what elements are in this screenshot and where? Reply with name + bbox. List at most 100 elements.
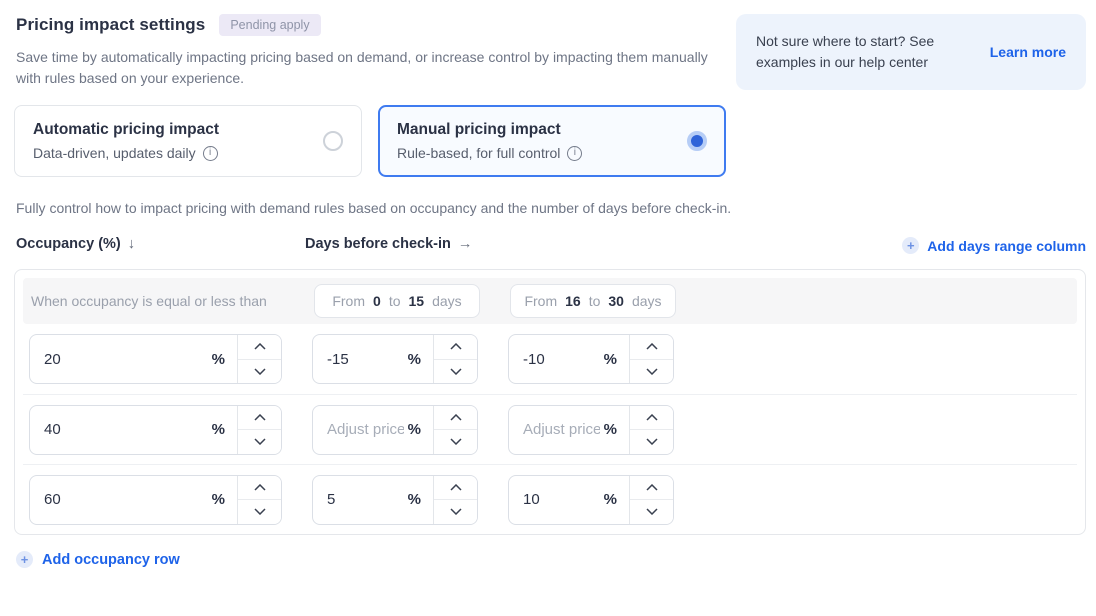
range-suffix: days <box>632 293 662 309</box>
radio-unselected-icon[interactable] <box>323 131 343 151</box>
price-adjust-input[interactable] <box>509 335 604 383</box>
chevron-up-icon <box>646 414 658 421</box>
range-from-value[interactable]: 16 <box>565 293 581 309</box>
chevron-down-icon <box>254 368 266 375</box>
days-header-label: Days before check-in <box>305 236 451 252</box>
price-adjust-input[interactable] <box>313 335 408 383</box>
range-from-value[interactable]: 0 <box>373 293 381 309</box>
add-column-label: Add days range column <box>927 238 1086 254</box>
stepper-down-button[interactable] <box>238 500 281 524</box>
chevron-up-icon <box>254 414 266 421</box>
days-column-header: Days before check-in → <box>305 236 472 252</box>
percent-unit: % <box>212 406 237 454</box>
plus-icon: + <box>16 551 33 568</box>
range-mid: to <box>589 293 601 309</box>
pending-apply-badge: Pending apply <box>219 14 320 36</box>
stepper-up-button[interactable] <box>434 335 477 360</box>
chevron-down-icon <box>450 438 462 445</box>
stepper <box>629 406 673 454</box>
automatic-pricing-card[interactable]: Automatic pricing impact Data-driven, up… <box>14 105 362 177</box>
radio-selected-icon[interactable] <box>687 131 707 151</box>
stepper-down-button[interactable] <box>434 360 477 384</box>
stepper-up-button[interactable] <box>434 476 477 501</box>
chevron-down-icon <box>646 508 658 515</box>
manual-card-subtitle: Rule-based, for full control <box>397 145 560 161</box>
stepper-down-button[interactable] <box>630 500 673 524</box>
pricing-settings-page: Pricing impact settings Pending apply Sa… <box>0 0 1096 616</box>
manual-pricing-card[interactable]: Manual pricing impact Rule-based, for fu… <box>378 105 726 177</box>
stepper-down-button[interactable] <box>434 500 477 524</box>
add-occupancy-row-button[interactable]: + Add occupancy row <box>16 551 180 568</box>
chevron-up-icon <box>254 343 266 350</box>
price-adjust-input[interactable] <box>313 476 408 524</box>
stepper-down-button[interactable] <box>434 430 477 454</box>
help-callout: Not sure where to start? See examples in… <box>736 14 1086 90</box>
range-mid: to <box>389 293 401 309</box>
price-adjust-input-group: % <box>508 405 674 455</box>
chevron-down-icon <box>450 368 462 375</box>
percent-unit: % <box>212 476 237 524</box>
price-adjust-input-group: % <box>312 405 478 455</box>
plus-icon: + <box>902 237 919 254</box>
stepper-up-button[interactable] <box>238 406 281 431</box>
range-prefix: From <box>332 293 365 309</box>
info-icon[interactable]: i <box>567 146 582 161</box>
chevron-up-icon <box>254 484 266 491</box>
stepper-down-button[interactable] <box>630 430 673 454</box>
stepper-down-button[interactable] <box>630 360 673 384</box>
chevron-down-icon <box>254 438 266 445</box>
stepper-up-button[interactable] <box>238 335 281 360</box>
occupancy-input[interactable] <box>30 335 212 383</box>
chevron-up-icon <box>646 484 658 491</box>
price-adjust-input[interactable] <box>509 476 604 524</box>
occupancy-input[interactable] <box>30 406 212 454</box>
occupancy-input-group: % <box>29 334 282 384</box>
price-adjust-input[interactable] <box>313 406 408 454</box>
occupancy-input[interactable] <box>30 476 212 524</box>
chevron-up-icon <box>646 343 658 350</box>
chevron-down-icon <box>450 508 462 515</box>
range-to-value[interactable]: 15 <box>409 293 425 309</box>
percent-unit: % <box>604 406 629 454</box>
header-left: Pricing impact settings Pending apply Sa… <box>14 14 724 89</box>
occupancy-header-label: Occupancy (%) <box>16 236 121 252</box>
range-suffix: days <box>432 293 462 309</box>
automatic-card-text: Automatic pricing impact Data-driven, up… <box>33 121 219 161</box>
manual-mode-description: Fully control how to impact pricing with… <box>14 198 764 219</box>
range-to-value[interactable]: 30 <box>608 293 624 309</box>
days-range-input-1[interactable]: From 0 to 15 days <box>314 284 480 318</box>
manual-card-text: Manual pricing impact Rule-based, for fu… <box>397 121 582 161</box>
price-adjust-input-group: % <box>508 475 674 525</box>
right-arrow-icon: → <box>458 236 473 252</box>
percent-unit: % <box>604 335 629 383</box>
stepper <box>237 406 281 454</box>
stepper-up-button[interactable] <box>630 406 673 431</box>
stepper-up-button[interactable] <box>238 476 281 501</box>
percent-unit: % <box>408 476 433 524</box>
stepper-up-button[interactable] <box>630 476 673 501</box>
chevron-down-icon <box>646 438 658 445</box>
percent-unit: % <box>604 476 629 524</box>
page-description: Save time by automatically impacting pri… <box>14 47 724 89</box>
info-icon[interactable]: i <box>203 146 218 161</box>
occupancy-input-group: % <box>29 405 282 455</box>
stepper <box>433 335 477 383</box>
stepper-up-button[interactable] <box>434 406 477 431</box>
days-range-input-2[interactable]: From 16 to 30 days <box>510 284 676 318</box>
stepper-down-button[interactable] <box>238 430 281 454</box>
price-adjust-input[interactable] <box>509 406 604 454</box>
stepper-up-button[interactable] <box>630 335 673 360</box>
price-adjust-input-group: % <box>312 334 478 384</box>
manual-card-title: Manual pricing impact <box>397 121 582 139</box>
stepper <box>433 476 477 524</box>
stepper-down-button[interactable] <box>238 360 281 384</box>
stepper <box>629 335 673 383</box>
table-row: % % % <box>23 324 1077 394</box>
learn-more-link[interactable]: Learn more <box>990 44 1066 60</box>
stepper <box>629 476 673 524</box>
pricing-mode-cards: Automatic pricing impact Data-driven, up… <box>14 105 1086 177</box>
chevron-up-icon <box>450 414 462 421</box>
add-days-range-column-button[interactable]: + Add days range column <box>902 237 1086 254</box>
table-header-band: When occupancy is equal or less than Fro… <box>23 278 1077 324</box>
table-column-headers: Occupancy (%) ↓ Days before check-in → +… <box>14 236 1086 256</box>
